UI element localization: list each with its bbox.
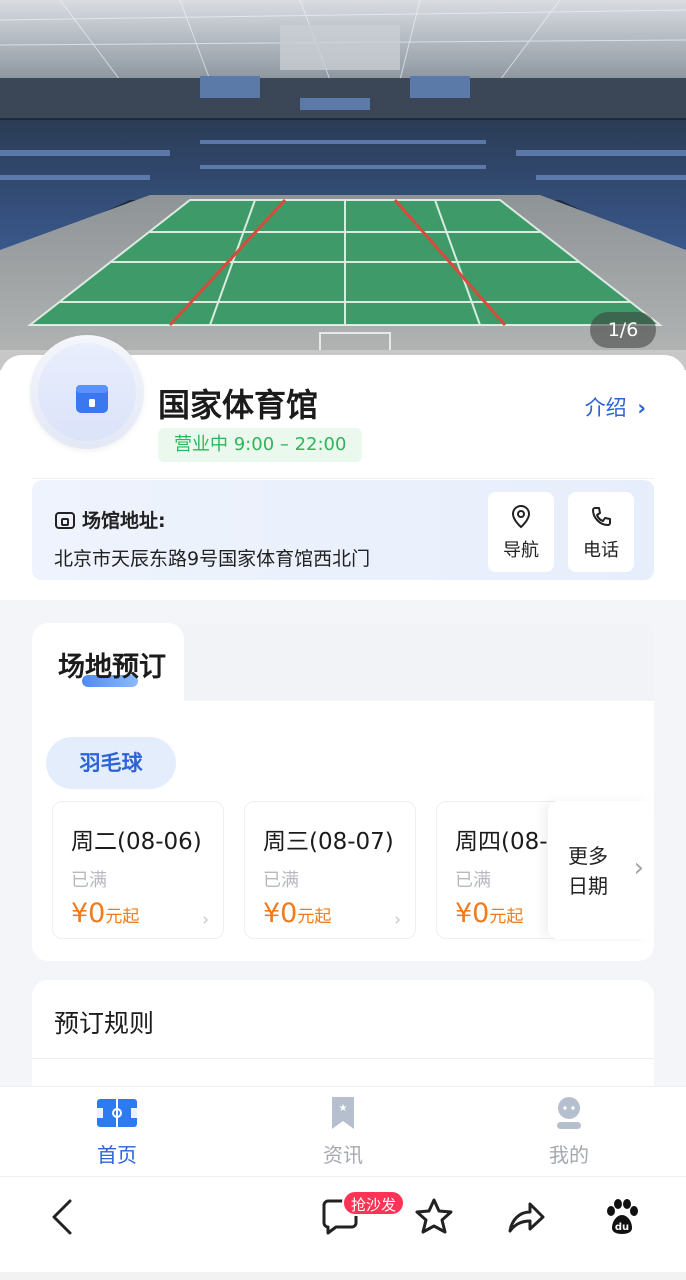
address-title: 场馆地址: xyxy=(82,510,166,532)
back-icon xyxy=(52,1199,72,1235)
phone-label: 电话 xyxy=(583,540,619,561)
chevron-right-icon: › xyxy=(633,853,644,883)
intro-label: 介绍 xyxy=(584,396,627,420)
user-icon xyxy=(557,1097,581,1129)
rules-title: 预订规则 xyxy=(54,1009,155,1038)
address-text: 北京市天辰东路9号国家体育馆西北门 xyxy=(54,548,371,570)
tab-label: 场地预订 xyxy=(58,652,166,683)
more-dates-label: 更多日期 xyxy=(568,844,608,898)
divider xyxy=(32,1058,654,1059)
tab-news[interactable]: ★ 资讯 xyxy=(283,1095,403,1168)
tab-label: 资讯 xyxy=(323,1143,363,1167)
chevron-right-icon: › xyxy=(394,910,401,930)
booking-rules-card[interactable]: 预订规则 xyxy=(32,980,654,1100)
phone-button[interactable]: 电话 xyxy=(568,492,634,572)
photo-counter: 1/6 xyxy=(590,312,656,348)
availability-status: 已满 xyxy=(455,870,491,891)
venue-icon xyxy=(55,511,75,529)
store-icon xyxy=(76,385,108,413)
availability-status: 已满 xyxy=(263,870,299,891)
price-value: ¥0 xyxy=(263,898,298,929)
divider xyxy=(32,478,654,479)
navigate-label: 导航 xyxy=(503,540,539,561)
price-unit: 元起 xyxy=(489,907,524,927)
back-button[interactable] xyxy=(44,1195,80,1243)
tab-label: 首页 xyxy=(97,1143,137,1167)
price-unit: 元起 xyxy=(105,907,140,927)
tab-venue-booking[interactable]: 场地预订 xyxy=(32,623,184,703)
venue-page: 1/6 国家体育馆 营业中 9:00 – 22:00 介绍 › 场馆地址: 北京… xyxy=(0,0,686,1280)
tab-profile[interactable]: 我的 xyxy=(509,1095,629,1168)
venue-logo xyxy=(30,335,144,449)
date-card[interactable]: 周三(08-07) 已满 ¥0元起 › xyxy=(244,801,416,939)
baidu-button[interactable]: du xyxy=(600,1195,644,1243)
court-icon xyxy=(97,1099,137,1127)
intro-link[interactable]: 介绍 › xyxy=(585,392,646,422)
share-button[interactable] xyxy=(504,1195,548,1243)
navigate-button[interactable]: 导航 xyxy=(488,492,554,572)
price-value: ¥0 xyxy=(71,898,106,929)
date-card[interactable]: 周二(08-06) 已满 ¥0元起 › xyxy=(52,801,224,939)
opening-hours-badge: 营业中 9:00 – 22:00 xyxy=(158,428,363,462)
comment-badge: 抢沙发 xyxy=(342,1190,406,1216)
tab-home[interactable]: 首页 xyxy=(57,1095,177,1168)
price-unit: 元起 xyxy=(297,907,332,927)
svg-text:★: ★ xyxy=(339,1103,348,1114)
sport-filter-badminton[interactable]: 羽毛球 xyxy=(46,737,176,789)
booking-card: 场地预订 羽毛球 周二(08-06) 已满 ¥0元起 › 周三(08-07) 已… xyxy=(32,623,654,961)
date-label: 周三(08-07) xyxy=(263,829,394,855)
chevron-right-icon: › xyxy=(637,396,646,420)
bookmark-icon: ★ xyxy=(332,1097,354,1129)
chevron-right-icon: › xyxy=(202,910,209,930)
phone-icon xyxy=(592,507,611,526)
location-pin-icon xyxy=(511,504,531,529)
svg-text:du: du xyxy=(615,1222,629,1233)
favorite-button[interactable] xyxy=(412,1195,456,1243)
share-icon xyxy=(508,1202,545,1233)
more-dates-button[interactable]: 更多日期 › xyxy=(548,801,654,939)
baidu-paw-icon: du xyxy=(607,1199,638,1234)
venue-name: 国家体育馆 xyxy=(158,386,319,424)
bottom-tab-bar: 首页 ★ 资讯 我的 xyxy=(0,1086,686,1176)
price-value: ¥0 xyxy=(455,898,490,929)
tab-label: 我的 xyxy=(549,1143,589,1167)
arena-illustration xyxy=(0,0,686,370)
address-panel: 场馆地址: 北京市天辰东路9号国家体育馆西北门 导航 电话 xyxy=(32,480,654,580)
venue-photo[interactable]: 1/6 xyxy=(0,0,686,370)
availability-status: 已满 xyxy=(71,870,107,891)
date-label: 周二(08-06) xyxy=(71,829,202,855)
star-icon xyxy=(415,1198,453,1234)
browser-toolbar: du xyxy=(0,1176,686,1280)
home-indicator xyxy=(0,1272,686,1280)
